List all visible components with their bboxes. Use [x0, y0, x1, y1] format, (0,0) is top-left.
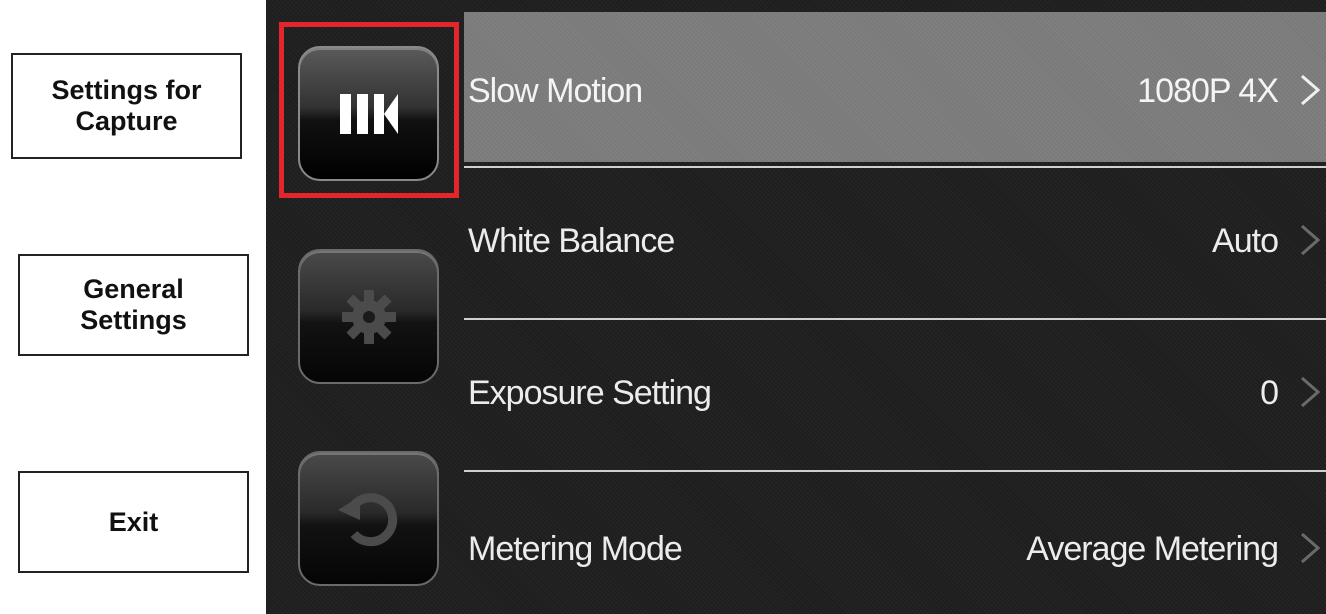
- menu-item-value: 1080P 4X: [1137, 72, 1279, 110]
- selection-frame: [279, 22, 459, 198]
- general-settings-button[interactable]: [298, 249, 439, 384]
- menu-item-label: Exposure Setting: [468, 374, 712, 412]
- menu-item-label: Metering Mode: [468, 530, 683, 568]
- menu-item-metering-mode[interactable]: Metering Mode Average Metering: [464, 470, 1326, 614]
- exit-button[interactable]: [298, 451, 439, 586]
- menu-item-label: White Balance: [468, 222, 675, 260]
- device-screen: Slow Motion 1080P 4X White Balance Auto …: [266, 0, 1326, 614]
- gear-icon: [341, 289, 396, 344]
- mode-sidebar: [266, 0, 462, 614]
- menu-item-exposure-setting[interactable]: Exposure Setting 0: [464, 318, 1326, 468]
- callout-exit: Exit: [18, 471, 249, 573]
- chevron-right-icon: [1301, 224, 1321, 256]
- chevron-right-icon: [1301, 376, 1321, 408]
- page: Settings for Capture General Settings Ex…: [0, 0, 1326, 614]
- menu-item-value: Average Metering: [1026, 530, 1279, 568]
- menu-item-white-balance[interactable]: White Balance Auto: [464, 166, 1326, 316]
- back-arrow-icon: [337, 492, 397, 546]
- callout-settings-for-capture: Settings for Capture: [11, 53, 242, 159]
- chevron-right-icon: [1301, 74, 1321, 106]
- callout-general-settings: General Settings: [18, 254, 249, 356]
- menu-item-label: Slow Motion: [468, 72, 643, 110]
- menu-item-slow-motion[interactable]: Slow Motion 1080P 4X: [464, 12, 1326, 162]
- chevron-right-icon: [1301, 532, 1321, 564]
- menu-item-value: Auto: [1212, 222, 1279, 260]
- menu-item-value: 0: [1260, 374, 1279, 412]
- settings-menu: Slow Motion 1080P 4X White Balance Auto …: [464, 0, 1326, 614]
